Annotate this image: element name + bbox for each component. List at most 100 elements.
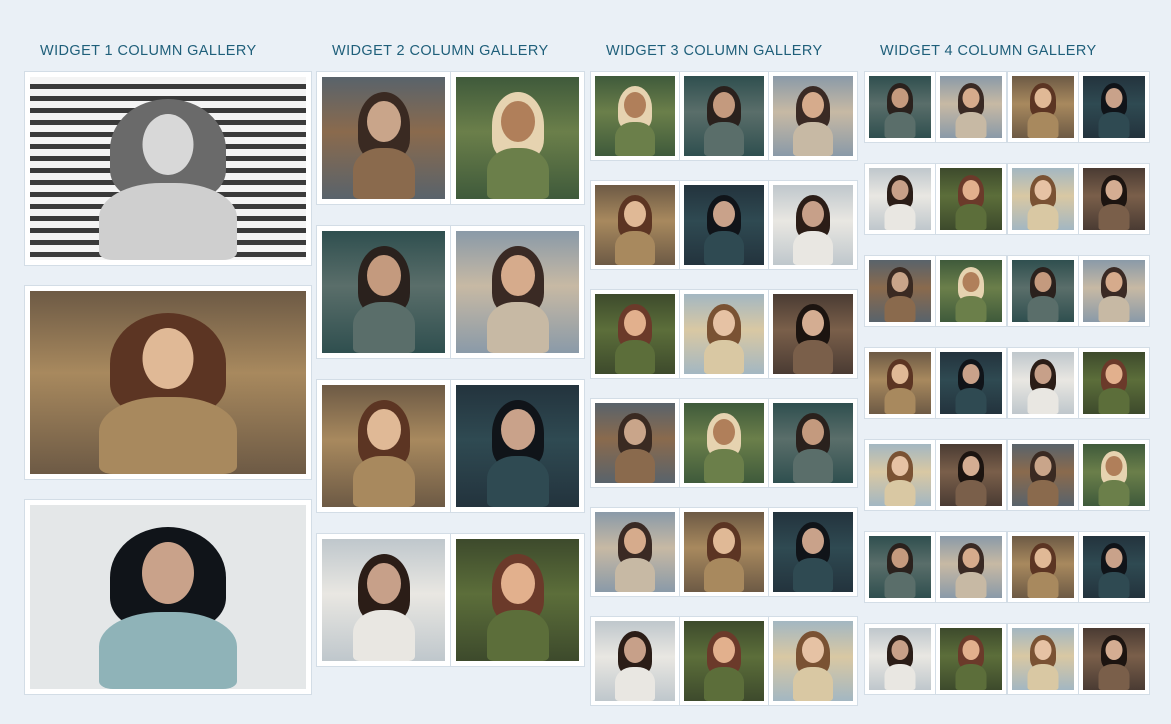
gallery-image[interactable] [1008, 164, 1078, 234]
photo [1012, 628, 1074, 690]
photo [456, 231, 579, 353]
photo [1083, 628, 1145, 690]
photo [940, 76, 1002, 138]
gallery-image[interactable] [865, 624, 935, 694]
photo [30, 291, 306, 474]
photo [595, 185, 675, 265]
gallery-image[interactable] [591, 181, 679, 269]
photo [684, 512, 764, 592]
gallery-image[interactable] [769, 290, 857, 378]
photo [1012, 260, 1074, 322]
photo [456, 385, 579, 507]
photo [456, 539, 579, 661]
photo [773, 185, 853, 265]
photo [869, 536, 931, 598]
gallery-image[interactable] [317, 226, 450, 358]
gallery-image[interactable] [1079, 164, 1149, 234]
gallery-image[interactable] [591, 508, 679, 596]
photo [940, 444, 1002, 506]
gallery-image[interactable] [865, 532, 935, 602]
gallery-image[interactable] [317, 72, 450, 204]
gallery-image[interactable] [451, 226, 584, 358]
gallery-image[interactable] [769, 617, 857, 705]
gallery-image[interactable] [1008, 624, 1078, 694]
photo [595, 76, 675, 156]
gallery-image[interactable] [317, 380, 450, 512]
gallery-image[interactable] [769, 72, 857, 160]
gallery-image[interactable] [680, 617, 768, 705]
gallery-image[interactable] [1079, 440, 1149, 510]
gallery-image[interactable] [865, 256, 935, 326]
photo [869, 628, 931, 690]
gallery-image[interactable] [451, 72, 584, 204]
gallery-image[interactable] [936, 440, 1006, 510]
widget-3-title: WIDGET 3 COLUMN GALLERY [606, 42, 823, 59]
photo [322, 231, 445, 353]
photo [1083, 536, 1145, 598]
widget-4-title: WIDGET 4 COLUMN GALLERY [880, 42, 1097, 59]
gallery-image[interactable] [936, 624, 1006, 694]
gallery-image[interactable] [680, 72, 768, 160]
photo [1012, 352, 1074, 414]
gallery-image[interactable] [865, 72, 935, 142]
gallery-image[interactable] [1079, 532, 1149, 602]
photo [684, 76, 764, 156]
gallery-image[interactable] [451, 534, 584, 666]
gallery-image[interactable] [591, 399, 679, 487]
photo [1012, 168, 1074, 230]
gallery-image[interactable] [25, 286, 311, 479]
photo [322, 539, 445, 661]
gallery-image[interactable] [769, 399, 857, 487]
gallery-image[interactable] [865, 348, 935, 418]
photo [684, 403, 764, 483]
photo [940, 536, 1002, 598]
gallery-image[interactable] [680, 399, 768, 487]
photo [869, 444, 931, 506]
photo [869, 168, 931, 230]
photo [322, 77, 445, 199]
gallery-image[interactable] [865, 440, 935, 510]
gallery-image[interactable] [680, 181, 768, 269]
gallery-image[interactable] [25, 72, 311, 265]
photo [1083, 76, 1145, 138]
gallery-image[interactable] [769, 181, 857, 269]
photo [30, 77, 306, 260]
photo [940, 352, 1002, 414]
gallery-image[interactable] [936, 164, 1006, 234]
photo [1083, 352, 1145, 414]
gallery-image[interactable] [591, 290, 679, 378]
photo [869, 260, 931, 322]
photo [773, 621, 853, 701]
gallery-image[interactable] [936, 532, 1006, 602]
gallery-image[interactable] [1008, 440, 1078, 510]
gallery-image[interactable] [1008, 532, 1078, 602]
photo [1012, 76, 1074, 138]
gallery-image[interactable] [680, 508, 768, 596]
gallery-image[interactable] [1008, 348, 1078, 418]
photo [595, 512, 675, 592]
gallery-image[interactable] [25, 500, 311, 694]
gallery-image[interactable] [1008, 256, 1078, 326]
gallery-image[interactable] [936, 72, 1006, 142]
photo [773, 294, 853, 374]
gallery-image[interactable] [1079, 256, 1149, 326]
gallery-image[interactable] [680, 290, 768, 378]
gallery-image[interactable] [936, 348, 1006, 418]
photo [595, 621, 675, 701]
photo [940, 260, 1002, 322]
gallery-image[interactable] [317, 534, 450, 666]
photo [595, 403, 675, 483]
gallery-image[interactable] [1079, 624, 1149, 694]
gallery-image[interactable] [591, 72, 679, 160]
gallery-image[interactable] [1008, 72, 1078, 142]
gallery-image[interactable] [591, 617, 679, 705]
gallery-image[interactable] [451, 380, 584, 512]
photo [869, 352, 931, 414]
gallery-image[interactable] [1079, 72, 1149, 142]
gallery-image[interactable] [865, 164, 935, 234]
photo [595, 294, 675, 374]
photo [773, 403, 853, 483]
gallery-image[interactable] [936, 256, 1006, 326]
gallery-image[interactable] [1079, 348, 1149, 418]
gallery-image[interactable] [769, 508, 857, 596]
